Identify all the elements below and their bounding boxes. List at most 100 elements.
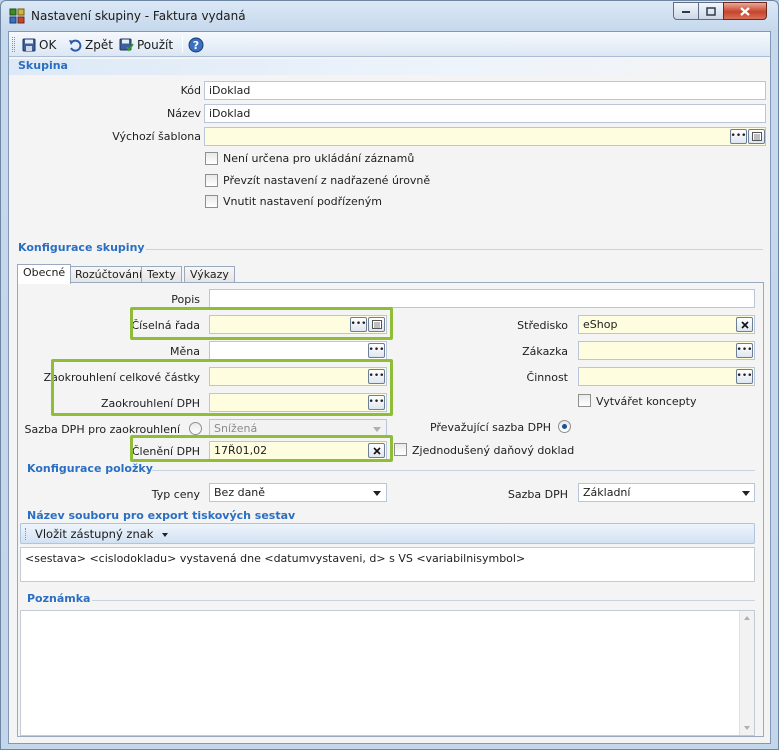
kod-input[interactable]: iDoklad (204, 81, 766, 100)
tab-vykazy[interactable]: Výkazy (184, 266, 235, 283)
nazev-label: Název (166, 107, 201, 120)
zjednoduseny-label: Zjednodušený daňový doklad (412, 444, 575, 457)
scroll-down-icon[interactable] (744, 726, 750, 730)
ellipsis-icon: ••• (730, 131, 747, 141)
zaokr-dph-label: Zaokrouhlení DPH (100, 397, 200, 410)
vytvaret-koncepty-checkbox[interactable] (578, 394, 591, 407)
apply-label: Použít (137, 37, 174, 52)
zaokr-celk-label: Zaokrouhlení celkové částky (43, 371, 200, 384)
list-icon (371, 320, 382, 329)
svg-text:?: ? (193, 39, 199, 52)
toolbar: OK Zpět Použít ? (9, 32, 770, 57)
insert-placeholder-button[interactable]: Vložit zástupný znak (35, 527, 169, 541)
zjednoduseny-checkbox[interactable] (394, 443, 407, 456)
insert-placeholder-bar: Vložit zástupný znak (20, 523, 755, 544)
section-poznamka-title: Poznámka (27, 592, 91, 605)
section-divider (146, 249, 763, 250)
dropdown-arrow-icon (162, 532, 169, 537)
sazba-zaokr-select[interactable]: Snížená (209, 419, 387, 438)
toolbar-grip[interactable] (12, 37, 15, 52)
section-poznamka: Poznámka (27, 592, 755, 608)
window-title: Nastavení skupiny - Faktura vydaná (31, 9, 246, 23)
poznamka-input[interactable] (20, 610, 755, 736)
zakazka-browse-button[interactable]: ••• (736, 343, 753, 358)
nazev-input[interactable]: iDoklad (204, 104, 766, 123)
section-skupina: Skupina (9, 59, 770, 75)
prevazujici-radio[interactable] (558, 420, 571, 433)
zakazka-label: Zákazka (522, 345, 568, 358)
sablona-input[interactable] (204, 127, 766, 146)
title-bar[interactable]: Nastavení skupiny - Faktura vydaná (1, 1, 778, 31)
section-konfigurace: Konfigurace skupiny (18, 241, 763, 257)
app-icon (9, 8, 25, 24)
content-area: Skupina Kód iDoklad Název iDoklad Výchoz… (9, 57, 770, 743)
close-icon (740, 6, 750, 16)
section-konfigurace-title: Konfigurace skupiny (18, 241, 145, 254)
mena-browse-button[interactable]: ••• (368, 343, 385, 358)
sazba-dph-select[interactable]: Základní (578, 483, 755, 502)
stredisko-input[interactable]: eShop (578, 315, 755, 334)
section-export-title: Název souboru pro export tiskových sesta… (27, 509, 296, 522)
close-button[interactable] (723, 2, 767, 20)
cleneni-label: Členění DPH (131, 445, 200, 458)
section-divider (152, 470, 755, 471)
maximize-icon (706, 6, 716, 16)
chevron-down-icon (373, 427, 381, 432)
ellipsis-icon: ••• (736, 345, 753, 355)
mena-label: Měna (170, 345, 200, 358)
vytvaret-koncepty-label: Vytvářet koncepty (596, 395, 697, 408)
ellipsis-icon: ••• (368, 397, 385, 407)
zaokr-dph-browse-button[interactable]: ••• (368, 395, 385, 410)
ciselna-rada-list-button[interactable] (368, 317, 385, 332)
neni-urcena-checkbox[interactable] (205, 152, 218, 165)
cinnost-label: Činnost (526, 371, 568, 384)
stredisko-clear-button[interactable] (736, 317, 753, 332)
save-icon (22, 38, 36, 51)
tab-texty[interactable]: Texty (141, 266, 182, 283)
client-area: OK Zpět Použít ? Skupina Kód iDoklad Náz… (8, 31, 771, 744)
scroll-up-icon[interactable] (744, 616, 750, 620)
vnutit-checkbox[interactable] (205, 195, 218, 208)
section-polozky: Konfigurace položky (27, 462, 755, 478)
minimize-button[interactable] (673, 2, 699, 20)
prevzit-checkbox[interactable] (205, 174, 218, 187)
section-skupina-title: Skupina (18, 59, 68, 72)
cleneni-input[interactable]: 17Ř01,02 (209, 441, 387, 460)
back-button[interactable]: Zpět (65, 35, 116, 54)
zaokr-celk-input[interactable] (209, 367, 387, 386)
section-polozky-title: Konfigurace položky (27, 462, 153, 475)
chevron-down-icon (373, 491, 381, 496)
apply-button[interactable]: Použít (116, 35, 176, 54)
zaokr-celk-browse-button[interactable]: ••• (368, 369, 385, 384)
ellipsis-icon: ••• (368, 345, 385, 355)
sazba-zaokr-radio[interactable] (189, 422, 202, 435)
save-apply-icon (119, 38, 134, 52)
list-icon (751, 132, 762, 141)
ciselna-rada-label: Číselná řada (131, 319, 201, 332)
sablona-list-button[interactable] (748, 129, 765, 144)
cleneni-clear-button[interactable] (368, 443, 385, 458)
typ-ceny-select[interactable]: Bez daně (209, 483, 387, 502)
tab-obecne[interactable]: Obecné (17, 264, 72, 284)
poznamka-scrollbar[interactable] (739, 611, 754, 735)
kod-label: Kód (180, 84, 201, 97)
sablona-browse-button[interactable]: ••• (730, 129, 747, 144)
ciselna-rada-browse-button[interactable]: ••• (350, 317, 367, 332)
clear-icon (372, 446, 381, 455)
zakazka-input[interactable] (578, 341, 755, 360)
export-template-input[interactable]: <sestava> <cislodokladu> vystavená dne <… (20, 547, 755, 582)
undo-icon (69, 39, 82, 52)
ok-label: OK (39, 37, 57, 52)
ok-button[interactable]: OK (19, 35, 59, 54)
toolbar-separator (182, 36, 183, 53)
maximize-button[interactable] (698, 2, 724, 20)
help-button[interactable]: ? (185, 35, 207, 54)
cinnost-input[interactable] (578, 367, 755, 386)
popis-input[interactable] (209, 289, 755, 308)
section-divider (92, 600, 755, 601)
cinnost-browse-button[interactable]: ••• (736, 369, 753, 384)
vnutit-label: Vnutit nastavení podřízeným (223, 195, 382, 208)
tab-rozuctovani[interactable]: Rozúčtování (69, 266, 148, 283)
mena-input[interactable] (209, 341, 387, 360)
zaokr-dph-input[interactable] (209, 393, 387, 412)
